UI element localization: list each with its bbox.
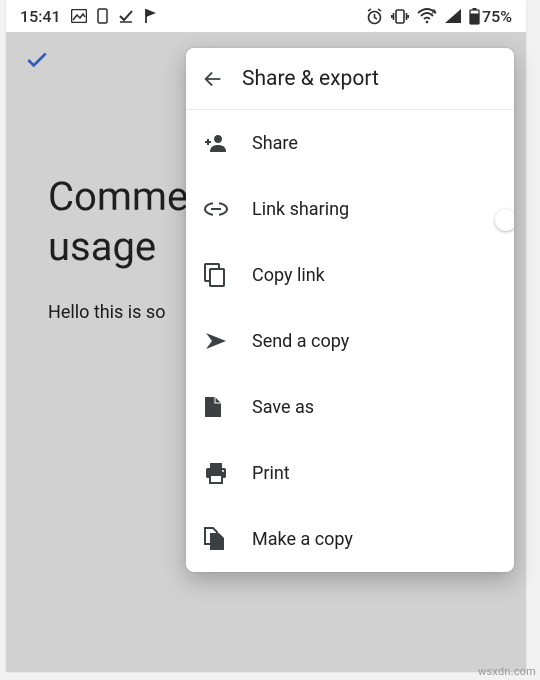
file-icon xyxy=(204,396,252,418)
battery-icon xyxy=(469,8,480,25)
menu-label: Link sharing xyxy=(252,199,349,220)
image-icon xyxy=(71,9,87,23)
person-add-icon xyxy=(204,133,252,153)
menu-make-copy[interactable]: Make a copy xyxy=(186,506,514,572)
wifi-icon: R xyxy=(417,8,437,24)
menu-share[interactable]: Share xyxy=(186,110,514,176)
menu-print[interactable]: Print xyxy=(186,440,514,506)
statusbar: 15:41 R xyxy=(6,0,526,32)
signal-icon xyxy=(445,9,461,23)
panel-title: Share & export xyxy=(242,67,379,91)
menu-copy-link[interactable]: Copy link xyxy=(186,242,514,308)
menu-label: Copy link xyxy=(252,265,325,286)
status-time: 15:41 xyxy=(20,7,61,26)
file-copy-icon xyxy=(204,527,252,551)
menu-save-as[interactable]: Save as xyxy=(186,374,514,440)
back-button[interactable] xyxy=(202,68,238,90)
watermark: wsxdn.com xyxy=(478,665,536,678)
menu-label: Save as xyxy=(252,397,314,418)
vibrate-icon xyxy=(391,9,409,24)
menu-send-copy[interactable]: Send a copy xyxy=(186,308,514,374)
flag-icon xyxy=(144,8,158,24)
menu-link-sharing[interactable]: Link sharing xyxy=(186,176,514,242)
alarm-icon xyxy=(366,8,383,25)
checkmark-icon xyxy=(118,9,134,23)
menu-label: Send a copy xyxy=(252,331,349,352)
panel-header: Share & export xyxy=(186,48,514,110)
battery-percent: 75% xyxy=(482,7,512,26)
svg-text:R: R xyxy=(432,9,436,16)
menu-label: Share xyxy=(252,133,298,154)
device-icon xyxy=(97,8,108,24)
print-icon xyxy=(204,462,252,484)
menu-label: Make a copy xyxy=(252,529,353,550)
share-export-panel: Share & export Share Link sharing Copy l… xyxy=(186,48,514,572)
copy-icon xyxy=(204,263,252,287)
menu-label: Print xyxy=(252,463,290,484)
send-icon xyxy=(204,331,252,351)
link-icon xyxy=(204,202,252,216)
